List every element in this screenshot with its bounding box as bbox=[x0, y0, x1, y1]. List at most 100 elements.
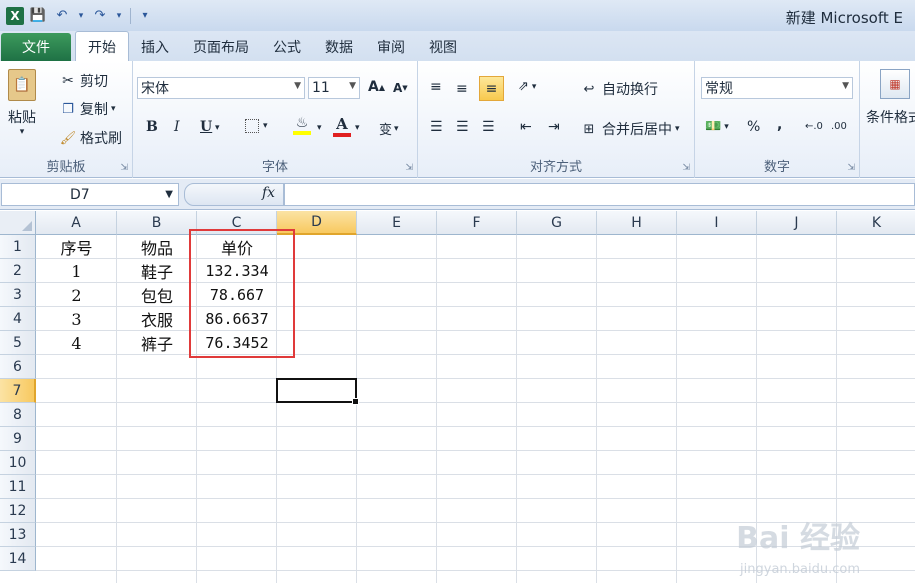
font-family-select[interactable]: 宋体 ▼ bbox=[137, 77, 305, 99]
row-header-9[interactable]: 9 bbox=[0, 427, 36, 451]
chevron-down-icon: ▼ bbox=[349, 81, 356, 91]
gridline-horizontal bbox=[36, 426, 915, 427]
chevron-down-icon[interactable]: ▼ bbox=[165, 189, 173, 200]
paste-button[interactable]: 📋 粘贴 ▾ bbox=[8, 69, 36, 137]
fill-color-button[interactable]: ♨ bbox=[293, 115, 311, 135]
table-cell[interactable]: 裤子 bbox=[117, 331, 197, 355]
column-header-h[interactable]: H bbox=[597, 211, 677, 235]
row-header-12[interactable]: 12 bbox=[0, 499, 36, 523]
font-launcher-icon[interactable]: ⇲ bbox=[405, 163, 413, 173]
table-cell[interactable]: 3 bbox=[36, 307, 117, 331]
increase-indent-button[interactable]: ⇥ bbox=[548, 119, 560, 135]
row-header-1[interactable]: 1 bbox=[0, 235, 36, 259]
align-top-button[interactable]: ≡ bbox=[430, 79, 442, 95]
shrink-font-button[interactable]: A ▼ bbox=[393, 81, 408, 95]
font-color-dropdown-icon[interactable]: ▾ bbox=[355, 123, 360, 133]
tab-home[interactable]: 开始 bbox=[75, 31, 129, 61]
redo-dropdown-icon[interactable]: ▾ bbox=[114, 6, 124, 26]
column-header-j[interactable]: J bbox=[757, 211, 837, 235]
header-cell[interactable]: 物品 bbox=[117, 235, 197, 259]
column-header-e[interactable]: E bbox=[357, 211, 437, 235]
active-cell-selection[interactable] bbox=[276, 378, 359, 405]
font-size-select[interactable]: 11 ▼ bbox=[308, 77, 360, 99]
table-cell[interactable]: 1 bbox=[36, 259, 117, 283]
column-header-f[interactable]: F bbox=[437, 211, 517, 235]
merge-center-button[interactable]: ⊞ 合并后居中 ▾ bbox=[580, 119, 680, 139]
alignment-launcher-icon[interactable]: ⇲ bbox=[682, 163, 690, 173]
decrease-decimal-button[interactable]: .00 bbox=[831, 121, 847, 132]
row-header-14[interactable]: 14 bbox=[0, 547, 36, 571]
tab-insert[interactable]: 插入 bbox=[129, 33, 181, 61]
align-bottom-button[interactable]: ≡ bbox=[479, 76, 504, 101]
column-header-b[interactable]: B bbox=[117, 211, 197, 235]
select-all-button[interactable] bbox=[0, 211, 36, 235]
percent-button[interactable]: % bbox=[747, 119, 760, 135]
bold-button[interactable]: B bbox=[146, 119, 158, 135]
grow-font-button[interactable]: A ▲ bbox=[368, 79, 385, 95]
wrap-text-button[interactable]: ↩ 自动换行 bbox=[580, 79, 658, 99]
accounting-format-button[interactable]: 💵 ▾ bbox=[705, 119, 729, 134]
table-cell[interactable]: 2 bbox=[36, 283, 117, 307]
excel-app-icon[interactable]: X bbox=[6, 6, 24, 25]
borders-button[interactable]: ▾ bbox=[245, 119, 268, 133]
tab-data[interactable]: 数据 bbox=[313, 33, 365, 61]
table-cell[interactable]: 鞋子 bbox=[117, 259, 197, 283]
row-header-5[interactable]: 5 bbox=[0, 331, 36, 355]
row-header-10[interactable]: 10 bbox=[0, 451, 36, 475]
decrease-indent-button[interactable]: ⇤ bbox=[520, 119, 532, 135]
customize-qat-icon[interactable]: ▾ bbox=[135, 6, 155, 26]
row-header-4[interactable]: 4 bbox=[0, 307, 36, 331]
copy-button[interactable]: ❐ 复制 ▾ bbox=[58, 99, 115, 119]
phonetic-button[interactable]: 变 ▾ bbox=[379, 119, 399, 138]
table-cell[interactable]: 包包 bbox=[117, 283, 197, 307]
tab-view[interactable]: 视图 bbox=[417, 33, 469, 61]
undo-dropdown-icon[interactable]: ▾ bbox=[76, 6, 86, 26]
column-header-g[interactable]: G bbox=[517, 211, 597, 235]
increase-decimal-button[interactable]: ←.0 bbox=[805, 121, 823, 132]
font-color-button[interactable]: A bbox=[333, 115, 351, 137]
column-header-k[interactable]: K bbox=[837, 211, 915, 235]
orientation-button[interactable]: ⇗ ▾ bbox=[518, 79, 536, 94]
header-cell[interactable]: 序号 bbox=[36, 235, 117, 259]
column-header-i[interactable]: I bbox=[677, 211, 757, 235]
align-center-button[interactable]: ☰ bbox=[456, 119, 469, 135]
column-header-a[interactable]: A bbox=[36, 211, 117, 235]
tab-page-layout[interactable]: 页面布局 bbox=[181, 33, 261, 61]
cut-button[interactable]: ✂ 剪切 bbox=[58, 71, 108, 91]
gridline-horizontal bbox=[36, 450, 915, 451]
tab-formulas[interactable]: 公式 bbox=[261, 33, 313, 61]
format-painter-button[interactable]: 🖌 格式刷 bbox=[58, 128, 122, 148]
row-header-7[interactable]: 7 bbox=[0, 379, 36, 403]
tab-review[interactable]: 审阅 bbox=[365, 33, 417, 61]
align-left-button[interactable]: ☰ bbox=[430, 119, 443, 135]
tab-file[interactable]: 文件 bbox=[1, 33, 71, 61]
paste-label: 粘贴 bbox=[8, 110, 36, 126]
insert-function-icon[interactable]: fx bbox=[262, 185, 275, 201]
conditional-format-button[interactable]: ▦ 条件格式 bbox=[866, 69, 915, 127]
fill-color-dropdown-icon[interactable]: ▾ bbox=[317, 123, 322, 133]
align-right-button[interactable]: ☰ bbox=[482, 119, 495, 135]
redo-icon[interactable]: ↷ bbox=[90, 6, 110, 26]
table-cell[interactable]: 衣服 bbox=[117, 307, 197, 331]
save-icon[interactable]: 💾 bbox=[28, 6, 48, 26]
comma-style-button[interactable]: , bbox=[777, 117, 782, 133]
align-middle-button[interactable]: ≡ bbox=[456, 81, 468, 97]
italic-button[interactable]: I bbox=[174, 119, 180, 135]
ribbon-home: 📋 粘贴 ▾ ✂ 剪切 ❐ 复制 ▾ 🖌 格式刷 剪贴板 ⇲ 宋体 ▼ 11 ▼… bbox=[0, 61, 915, 178]
number-launcher-icon[interactable]: ⇲ bbox=[847, 163, 855, 173]
name-box[interactable]: D7 ▼ bbox=[1, 183, 179, 206]
underline-button[interactable]: U bbox=[200, 119, 212, 135]
clipboard-launcher-icon[interactable]: ⇲ bbox=[120, 163, 128, 173]
row-header-11[interactable]: 11 bbox=[0, 475, 36, 499]
row-header-3[interactable]: 3 bbox=[0, 283, 36, 307]
row-header-13[interactable]: 13 bbox=[0, 523, 36, 547]
row-header-6[interactable]: 6 bbox=[0, 355, 36, 379]
formula-input[interactable] bbox=[284, 183, 915, 206]
underline-dropdown-icon[interactable]: ▾ bbox=[215, 123, 220, 133]
table-cell[interactable]: 4 bbox=[36, 331, 117, 355]
row-header-2[interactable]: 2 bbox=[0, 259, 36, 283]
chevron-down-icon: ▼ bbox=[294, 81, 301, 91]
number-format-select[interactable]: 常规 ▼ bbox=[701, 77, 853, 99]
undo-icon[interactable]: ↶ bbox=[52, 6, 72, 26]
row-header-8[interactable]: 8 bbox=[0, 403, 36, 427]
